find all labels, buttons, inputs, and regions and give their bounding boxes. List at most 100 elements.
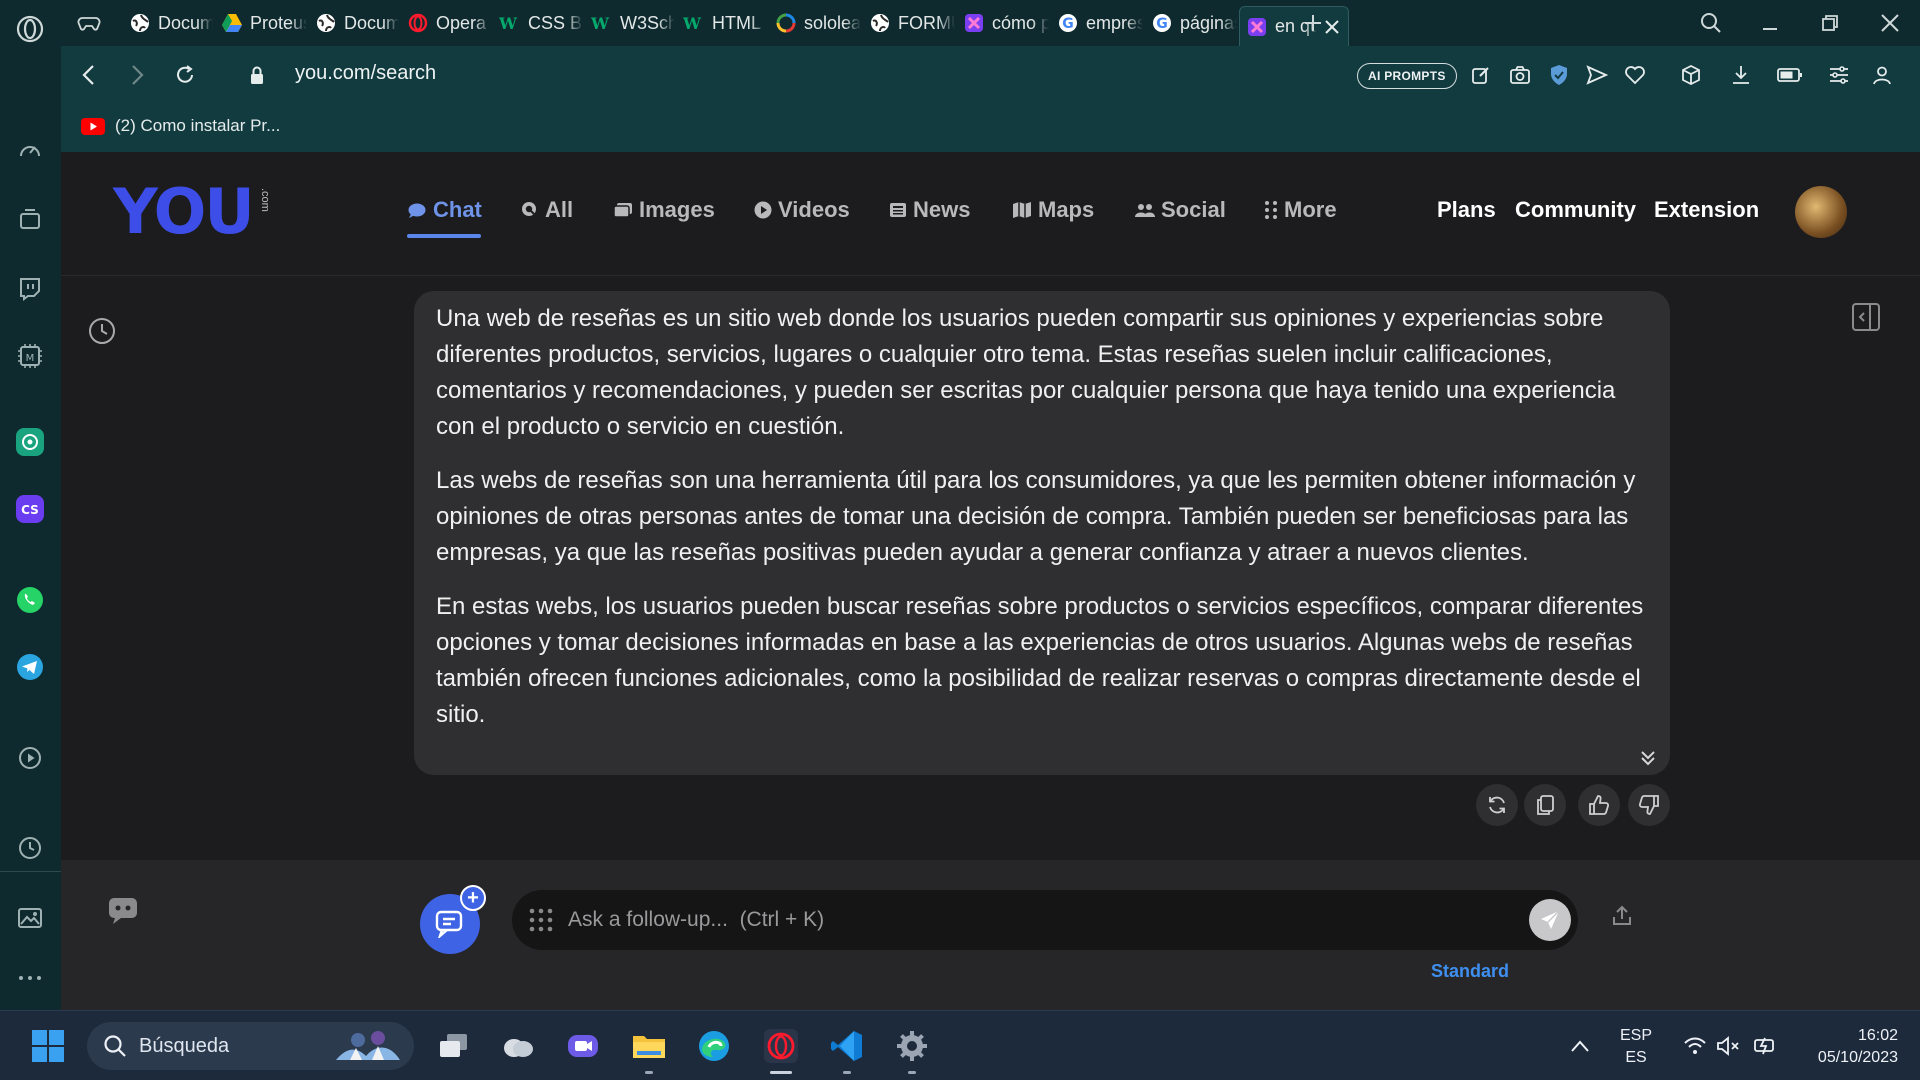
telegram-icon[interactable]	[10, 647, 50, 687]
nav-tab-maps[interactable]: Maps	[1012, 197, 1094, 223]
send-button[interactable]	[1529, 899, 1571, 941]
settings-gear-icon[interactable]	[891, 1025, 933, 1067]
avatar[interactable]	[1795, 186, 1847, 238]
new-tab-icon[interactable]	[1293, 6, 1333, 40]
nav-tab-chat[interactable]: Chat	[407, 197, 482, 223]
thumbs-down-button[interactable]	[1628, 784, 1670, 826]
plans-link[interactable]: Plans	[1437, 197, 1496, 223]
active-indicator	[770, 1071, 792, 1074]
download-icon[interactable]	[1726, 60, 1756, 90]
battery-icon[interactable]	[1775, 60, 1805, 90]
sololearn-icon	[775, 12, 797, 34]
tab-item[interactable]: G empresas	[1051, 6, 1143, 40]
url-field[interactable]: you.com/search	[295, 62, 436, 85]
file-explorer-icon[interactable]	[628, 1025, 670, 1067]
community-link[interactable]: Community	[1515, 197, 1636, 223]
side-panel-toggle-icon[interactable]	[1851, 302, 1881, 332]
tab-item[interactable]: Opera GX	[401, 6, 491, 40]
gallery-icon[interactable]	[10, 898, 50, 938]
nav-tab-more[interactable]: More	[1264, 197, 1337, 223]
lang-line1: ESP	[1620, 1027, 1653, 1044]
answer-paragraph: Las webs de reseñas son una herramienta …	[436, 467, 1636, 566]
edge-icon[interactable]	[693, 1025, 735, 1067]
camera-icon[interactable]	[1505, 60, 1535, 90]
tab-item[interactable]: G páginas	[1145, 6, 1237, 40]
chat-mode-icon[interactable]	[107, 896, 139, 926]
heart-icon[interactable]	[1620, 60, 1650, 90]
search-tabs-icon[interactable]	[1691, 6, 1731, 40]
expand-down-icon[interactable]	[1640, 749, 1656, 767]
profile-icon[interactable]	[1867, 60, 1897, 90]
tab-item[interactable]: Documento	[309, 6, 399, 40]
reload-icon[interactable]	[169, 59, 201, 91]
tab-item[interactable]: W CSS Backgrounds	[493, 6, 583, 40]
tab-item[interactable]: W W3Schools	[585, 6, 675, 40]
minimize-icon[interactable]	[1750, 6, 1790, 40]
ram-limiter-icon[interactable]: M	[10, 336, 50, 376]
gaming-icon[interactable]	[10, 200, 50, 240]
battery-charging-icon[interactable]	[1745, 1025, 1787, 1067]
bookmark-item[interactable]: (2) Como instalar Pr...	[81, 116, 280, 136]
extensions-cube-icon[interactable]	[1676, 60, 1706, 90]
player-icon[interactable]	[10, 738, 50, 778]
chatsonic-icon[interactable]: CS	[10, 489, 50, 529]
meet-camera-icon[interactable]	[562, 1025, 604, 1067]
tab-item[interactable]: Documento	[123, 6, 213, 40]
tab-label: CSS Backgrounds	[528, 12, 583, 33]
tab-item[interactable]: cómo poner	[957, 6, 1049, 40]
more-sidebar-icon[interactable]	[10, 958, 50, 998]
send-icon[interactable]	[1582, 60, 1612, 90]
easy-setup-icon[interactable]	[1824, 60, 1854, 90]
history-icon[interactable]	[87, 316, 117, 346]
twitch-icon[interactable]	[10, 268, 50, 308]
you-logo[interactable]: YOU .com	[113, 181, 271, 243]
opera-logo-icon[interactable]	[10, 9, 50, 49]
sidebar-divider	[0, 871, 61, 872]
task-view-icon[interactable]	[432, 1025, 474, 1067]
nav-tab-images[interactable]: Images	[613, 197, 715, 223]
clock-date: 05/10/2023	[1817, 1049, 1898, 1066]
answer-paragraph: En estas webs, los usuarios pueden busca…	[436, 593, 1644, 728]
edit-icon[interactable]	[1466, 60, 1496, 90]
thumbs-up-button[interactable]	[1578, 784, 1620, 826]
history-sidebar-icon[interactable]	[10, 828, 50, 868]
svg-text:G: G	[1062, 16, 1074, 32]
windows-start-icon[interactable]	[27, 1025, 69, 1067]
weather-cloud-icon[interactable]	[497, 1025, 539, 1067]
extension-link[interactable]: Extension	[1654, 197, 1759, 223]
tab-item[interactable]: Proteus	[215, 6, 307, 40]
chevron-up-icon[interactable]	[1559, 1025, 1601, 1067]
speed-dial-icon[interactable]	[10, 131, 50, 171]
tab-label: empresas	[1086, 12, 1143, 33]
forward-icon[interactable]	[121, 59, 153, 91]
volume-muted-icon[interactable]	[1708, 1025, 1750, 1067]
lock-icon[interactable]	[241, 59, 273, 91]
nav-tab-news[interactable]: News	[889, 197, 970, 223]
clock[interactable]: 16:02 05/10/2023	[1798, 1025, 1898, 1069]
close-window-icon[interactable]	[1870, 6, 1910, 40]
language-indicator[interactable]: ESP ES	[1620, 1025, 1652, 1069]
gx-control-icon[interactable]	[71, 6, 111, 40]
back-icon[interactable]	[73, 59, 105, 91]
restore-icon[interactable]	[1810, 6, 1850, 40]
chatgpt-icon[interactable]	[10, 422, 50, 462]
nav-tab-all[interactable]: All	[521, 197, 573, 223]
share-icon[interactable]	[1610, 904, 1634, 928]
nav-tab-social[interactable]: Social	[1135, 197, 1226, 223]
tab-item[interactable]: sololearn	[769, 6, 861, 40]
taskbar-search[interactable]: Búsqueda	[87, 1022, 414, 1070]
follow-up-input[interactable]	[568, 908, 1529, 932]
active-tab-indicator	[407, 234, 481, 238]
ai-prompts-button[interactable]: AI PROMPTS	[1357, 63, 1457, 89]
tab-item[interactable]: W HTML Elements	[677, 6, 767, 40]
nav-tab-videos[interactable]: Videos	[754, 197, 850, 223]
copy-button[interactable]	[1524, 784, 1566, 826]
regenerate-button[interactable]	[1476, 784, 1518, 826]
grip-dots-icon[interactable]	[528, 907, 554, 933]
opera-gx-taskbar-icon[interactable]	[760, 1025, 802, 1067]
whatsapp-icon[interactable]	[10, 580, 50, 620]
mode-label[interactable]: Standard	[1431, 961, 1509, 982]
tab-item[interactable]: FORMULARIO	[863, 6, 955, 40]
vpn-shield-icon[interactable]	[1544, 60, 1574, 90]
vscode-icon[interactable]	[826, 1025, 868, 1067]
